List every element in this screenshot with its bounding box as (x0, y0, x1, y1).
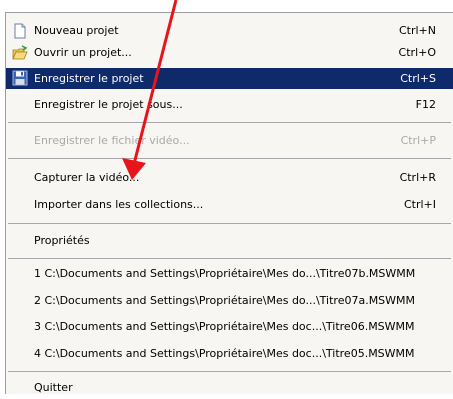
menu-separator (8, 223, 451, 224)
open-folder-icon (12, 45, 28, 60)
floppy-disk-icon (12, 70, 28, 86)
menu-item-quit[interactable]: Quitter (6, 377, 453, 399)
file-menu: Nouveau projet Ctrl+N Ouvrir un projet..… (5, 12, 453, 394)
menu-item-label: Enregistrer le projet sous... (34, 98, 183, 111)
menu-item-open-project[interactable]: Ouvrir un projet... Ctrl+O (6, 42, 453, 64)
menu-item-save-project[interactable]: Enregistrer le projet Ctrl+S (6, 68, 453, 89)
recent-file-3[interactable]: 3 C:\Documents and Settings\Propriétaire… (6, 316, 453, 338)
recent-file-label: 2 C:\Documents and Settings\Propriétaire… (34, 294, 416, 307)
menu-item-label: Ouvrir un projet... (34, 46, 132, 59)
menu-item-capture-video[interactable]: Capturer la vidéo... Ctrl+R (6, 167, 453, 189)
menu-item-new-project[interactable]: Nouveau projet Ctrl+N (6, 20, 453, 42)
menu-item-shortcut: Ctrl+R (399, 171, 436, 184)
menu-item-label: Enregistrer le projet (34, 72, 144, 85)
recent-file-1[interactable]: 1 C:\Documents and Settings\Propriétaire… (6, 263, 453, 285)
menu-item-label: Nouveau projet (34, 24, 119, 37)
menu-item-shortcut: Ctrl+P (400, 134, 436, 147)
menu-item-shortcut: Ctrl+N (398, 24, 436, 37)
new-document-icon (14, 23, 26, 39)
menu-separator (8, 258, 451, 259)
menu-separator (8, 158, 451, 159)
menu-item-label: Propriétés (34, 234, 90, 247)
menu-item-shortcut: F12 (415, 98, 436, 111)
menu-item-shortcut: Ctrl+O (398, 46, 436, 59)
menu-separator (8, 371, 451, 372)
recent-file-label: 3 C:\Documents and Settings\Propriétaire… (34, 320, 415, 333)
recent-file-label: 4 C:\Documents and Settings\Propriétaire… (34, 347, 415, 360)
menu-item-shortcut: Ctrl+S (400, 72, 436, 85)
menu-item-import-collections[interactable]: Importer dans les collections... Ctrl+I (6, 194, 453, 216)
menu-item-label: Capturer la vidéo... (34, 171, 140, 184)
recent-file-4[interactable]: 4 C:\Documents and Settings\Propriétaire… (6, 343, 453, 365)
menu-separator (8, 122, 451, 123)
recent-file-2[interactable]: 2 C:\Documents and Settings\Propriétaire… (6, 290, 453, 312)
recent-file-label: 1 C:\Documents and Settings\Propriétaire… (34, 267, 416, 280)
menu-item-save-video-file: Enregistrer le fichier vidéo... Ctrl+P (6, 130, 453, 152)
menu-item-shortcut: Ctrl+I (403, 198, 436, 211)
menu-item-save-project-as[interactable]: Enregistrer le projet sous... F12 (6, 94, 453, 116)
menu-item-label: Quitter (34, 381, 73, 394)
menu-item-label: Enregistrer le fichier vidéo... (34, 134, 190, 147)
menu-item-properties[interactable]: Propriétés (6, 230, 453, 252)
menu-item-label: Importer dans les collections... (34, 198, 204, 211)
